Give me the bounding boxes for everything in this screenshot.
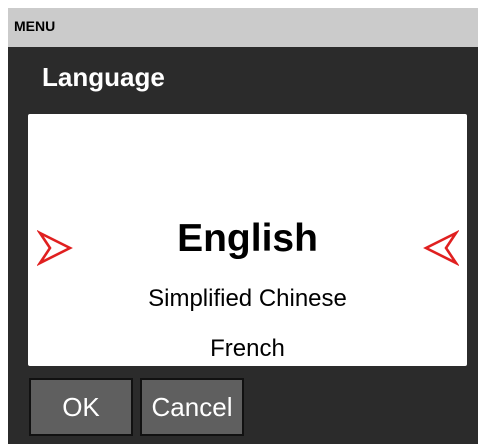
language-option[interactable]: Simplified Chinese bbox=[28, 285, 467, 313]
device-screen: MENU Language English Simplified Chinese… bbox=[8, 8, 478, 444]
ok-button[interactable]: OK bbox=[29, 378, 133, 436]
screen-title: Language bbox=[42, 62, 165, 92]
menu-bar: MENU bbox=[8, 8, 478, 47]
arrow-left-pointer-icon[interactable] bbox=[423, 228, 459, 268]
language-picker[interactable]: English Simplified Chinese French bbox=[28, 114, 467, 366]
language-option[interactable]: French bbox=[28, 335, 467, 363]
cancel-button[interactable]: Cancel bbox=[140, 378, 244, 436]
language-option-selected[interactable]: English bbox=[28, 217, 467, 261]
menu-label: MENU bbox=[14, 18, 56, 34]
